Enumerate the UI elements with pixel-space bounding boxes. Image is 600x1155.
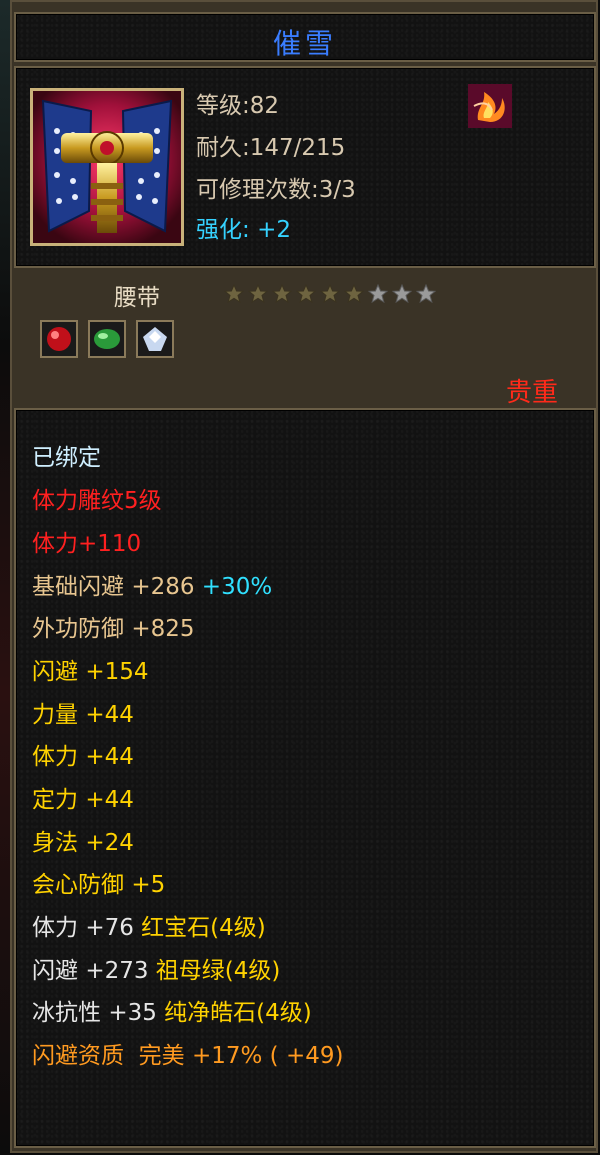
gem2-name: 祖母绿(4级) xyxy=(155,958,281,984)
base-dodge-value: +286 xyxy=(131,574,195,600)
agi-value: +24 xyxy=(85,830,134,856)
gem1-stat: 体力 xyxy=(32,915,78,941)
enhance-label: 强化: xyxy=(196,217,250,243)
enhance-row: 强化: +2 xyxy=(196,210,291,244)
quality-row: 闪避资质 完美 +17% ( +49) xyxy=(32,1036,343,1070)
vit-value: +44 xyxy=(85,744,134,770)
spirit-value: +44 xyxy=(85,787,134,813)
rarity-label: 贵重 xyxy=(505,378,558,408)
spirit-row: 定力 +44 xyxy=(32,780,134,814)
item-category: 腰带 xyxy=(114,285,160,311)
str-value: +44 xyxy=(85,702,134,728)
item-info-panel: 等级:82 耐久:147/215 可修理次数:3/3 强化: +2 xyxy=(14,66,596,268)
spirit-label: 定力 xyxy=(32,787,78,813)
vit-label: 体力 xyxy=(32,744,78,770)
star-filled-icon xyxy=(320,284,340,304)
star-filled-icon xyxy=(296,284,316,304)
ext-def-row: 外功防御 +825 xyxy=(32,609,194,643)
base-dodge-bonus: +30% xyxy=(201,574,273,600)
star-rating xyxy=(224,284,436,304)
dodge-row: 闪避 +154 xyxy=(32,652,148,686)
agi-label: 身法 xyxy=(32,830,78,856)
repair-count-text: 可修理次数:3/3 xyxy=(196,177,356,203)
quality-grade: 完美 xyxy=(138,1043,185,1069)
gem2-value: +273 xyxy=(85,958,149,984)
level-text: 等级:82 xyxy=(196,93,280,119)
star-empty-icon xyxy=(392,284,412,304)
star-filled-icon xyxy=(248,284,268,304)
crit-def-label: 会心防御 xyxy=(32,872,124,898)
green-gem-icon[interactable] xyxy=(88,320,126,358)
engrave-bonus: 体力+110 xyxy=(32,531,142,557)
ext-def-value: +825 xyxy=(131,616,195,642)
dodge-value: +154 xyxy=(85,659,149,685)
star-empty-icon xyxy=(416,284,436,304)
gem-slots xyxy=(40,320,174,358)
crit-def-value: +5 xyxy=(131,872,166,898)
item-name: 催雪 xyxy=(272,27,337,60)
durability-text: 耐久:147/215 xyxy=(196,135,346,161)
title-bar: 催雪 xyxy=(14,12,596,62)
item-summary: 腰带 贵重 xyxy=(14,268,596,408)
gem3-name: 纯净皓石(4级) xyxy=(164,1000,312,1026)
belt-icon xyxy=(30,88,184,246)
enhance-value: +2 xyxy=(257,217,291,243)
ext-def-label: 外功防御 xyxy=(32,616,124,642)
str-row: 力量 +44 xyxy=(32,695,134,729)
attributes-panel: 已绑定 体力雕纹5级 体力+110 基础闪避 +286 +30% 外功防御 +8… xyxy=(14,408,596,1148)
str-label: 力量 xyxy=(32,702,78,728)
agi-row: 身法 +24 xyxy=(32,823,134,857)
gem1-row: 体力 +76 红宝石(4级) xyxy=(32,908,266,942)
quality-extra: ( +49) xyxy=(269,1043,344,1069)
vit-row: 体力 +44 xyxy=(32,737,134,771)
background-window-edge xyxy=(0,0,10,1155)
gem1-value: +76 xyxy=(85,915,134,941)
gem3-value: +35 xyxy=(108,1000,157,1026)
star-filled-icon xyxy=(224,284,244,304)
star-filled-icon xyxy=(272,284,292,304)
gem3-stat: 冰抗性 xyxy=(32,1000,101,1026)
red-gem-icon[interactable] xyxy=(40,320,78,358)
engrave-text: 体力雕纹5级 xyxy=(32,488,162,514)
base-dodge-label: 基础闪避 xyxy=(32,574,124,600)
gem1-name: 红宝石(4级) xyxy=(141,915,266,941)
star-empty-icon xyxy=(368,284,388,304)
gem2-stat: 闪避 xyxy=(32,958,78,984)
quality-label: 闪避资质 xyxy=(32,1043,124,1069)
gem3-row: 冰抗性 +35 纯净皓石(4级) xyxy=(32,993,312,1027)
white-gem-icon[interactable] xyxy=(136,320,174,358)
dodge-label: 闪避 xyxy=(32,659,78,685)
flame-badge-icon xyxy=(468,84,512,128)
bound-status: 已绑定 xyxy=(32,445,101,471)
star-filled-icon xyxy=(344,284,364,304)
quality-pct: +17% xyxy=(191,1043,263,1069)
gem2-row: 闪避 +273 祖母绿(4级) xyxy=(32,951,280,985)
base-dodge-row: 基础闪避 +286 +30% xyxy=(32,567,272,601)
crit-def-row: 会心防御 +5 xyxy=(32,865,165,899)
